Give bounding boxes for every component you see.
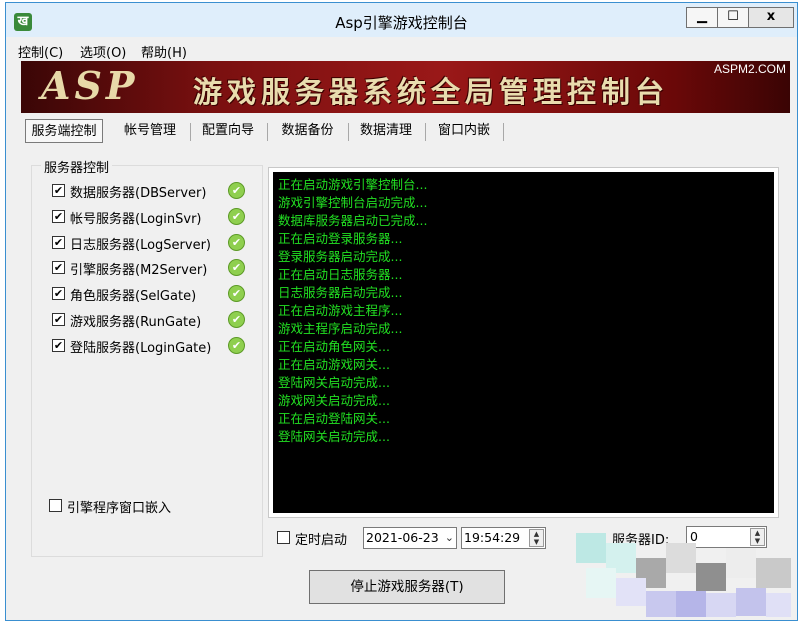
engine-embed-checkbox[interactable]	[49, 499, 62, 512]
close-button[interactable]: x	[748, 7, 794, 28]
tab-account[interactable]: 帐号管理	[112, 119, 188, 143]
obscured-region	[766, 593, 791, 617]
banner-site: ASPM2.COM	[713, 62, 786, 76]
status-ok-icon: ✔	[228, 259, 245, 276]
logingate-checkbox[interactable]: ✔	[52, 339, 65, 352]
status-ok-icon: ✔	[228, 234, 245, 251]
obscured-region	[646, 591, 676, 617]
log-console[interactable]: 正在启动游戏引擎控制台... 游戏引擎控制台启动完成... 数据库服务器启动已完…	[273, 172, 774, 513]
loginsvr-checkbox[interactable]: ✔	[52, 210, 65, 223]
menu-options[interactable]: 选项(O)	[80, 42, 126, 61]
obscured-region	[616, 578, 646, 606]
time-picker[interactable]: 19:54:29 ▲ ▼	[461, 527, 546, 549]
tab-config-wizard[interactable]: 配置向导	[192, 119, 264, 143]
obscured-region	[586, 568, 616, 598]
tab-separator	[267, 123, 268, 141]
status-ok-icon: ✔	[228, 182, 245, 199]
maximize-button[interactable]: ☐	[717, 7, 749, 28]
server-id-input[interactable]: 0 ▲ ▼	[686, 526, 767, 548]
rungate-checkbox[interactable]: ✔	[52, 313, 65, 326]
obscured-region	[676, 591, 706, 617]
log-line: 正在启动游戏引擎控制台...	[278, 177, 428, 192]
date-value: 2021-06-23	[366, 530, 439, 545]
obscured-region	[576, 533, 606, 563]
log-line: 数据库服务器启动已完成...	[278, 213, 428, 228]
app-window: ख Asp引擎游戏控制台 ▁ ☐ x 控制(C) 选项(O) 帮助(H) ASP…	[5, 2, 798, 621]
obscured-region	[726, 548, 756, 578]
tab-separator	[503, 123, 504, 141]
server-id-value: 0	[690, 529, 698, 544]
engine-embed-label: 引擎程序窗口嵌入	[67, 501, 172, 516]
log-line: 游戏引擎控制台启动完成...	[278, 195, 428, 210]
status-ok-icon: ✔	[228, 311, 245, 328]
window-title: Asp引擎游戏控制台	[335, 14, 468, 32]
obscured-region	[756, 558, 791, 588]
log-line: 登陆网关启动完成...	[278, 429, 390, 444]
dbserver-checkbox[interactable]: ✔	[52, 184, 65, 197]
date-picker[interactable]: 2021-06-23 ⌄	[363, 527, 457, 549]
logserver-checkbox[interactable]: ✔	[52, 236, 65, 249]
time-value: 19:54:29	[464, 530, 521, 545]
timer-label: 定时启动	[295, 533, 348, 548]
logingate-label: 登陆服务器(LoginGate)	[70, 341, 212, 356]
logserver-label: 日志服务器(LogServer)	[70, 238, 211, 253]
log-line: 登录服务器启动完成...	[278, 249, 403, 264]
obscured-region	[706, 593, 736, 617]
tab-separator	[348, 123, 349, 141]
tab-window-embed[interactable]: 窗口内嵌	[428, 119, 500, 143]
selgate-label: 角色服务器(SelGate)	[70, 289, 197, 304]
selgate-checkbox[interactable]: ✔	[52, 287, 65, 300]
tab-separator	[190, 123, 191, 141]
log-line: 正在启动登录服务器...	[278, 231, 403, 246]
obscured-region	[736, 588, 766, 616]
log-line: 游戏网关启动完成...	[278, 393, 390, 408]
stop-game-server-button[interactable]: 停止游戏服务器(T)	[309, 570, 505, 604]
m2server-checkbox[interactable]: ✔	[52, 261, 65, 274]
log-line: 日志服务器启动完成...	[278, 285, 403, 300]
log-line: 游戏主程序启动完成...	[278, 321, 403, 336]
log-line: 正在启动登陆网关...	[278, 411, 390, 426]
log-line: 正在启动日志服务器...	[278, 267, 403, 282]
m2server-label: 引擎服务器(M2Server)	[70, 263, 208, 278]
status-ok-icon: ✔	[228, 285, 245, 302]
obscured-region	[666, 543, 696, 573]
menu-help[interactable]: 帮助(H)	[141, 42, 187, 61]
tab-separator	[425, 123, 426, 141]
banner: ASP 游戏服务器系统全局管理控制台 ASPM2.COM	[21, 61, 790, 113]
obscured-region	[696, 563, 726, 591]
minimize-button[interactable]: ▁	[686, 7, 718, 28]
tab-server-control[interactable]: 服务端控制	[25, 119, 103, 143]
banner-logo: ASP	[41, 63, 139, 108]
spin-updown-icon[interactable]: ▲ ▼	[529, 529, 544, 547]
loginsvr-label: 帐号服务器(LoginSvr)	[70, 212, 202, 227]
spin-updown-icon[interactable]: ▲ ▼	[750, 528, 765, 546]
rungate-label: 游戏服务器(RunGate)	[70, 315, 202, 330]
title-bar[interactable]: ख Asp引擎游戏控制台 ▁ ☐ x	[6, 3, 797, 37]
status-ok-icon: ✔	[228, 337, 245, 354]
dbserver-label: 数据服务器(DBServer)	[70, 186, 207, 201]
banner-title: 游戏服务器系统全局管理控制台	[193, 75, 670, 109]
chevron-down-icon[interactable]: ⌄	[445, 528, 454, 548]
status-ok-icon: ✔	[228, 208, 245, 225]
log-line: 正在启动游戏主程序...	[278, 303, 403, 318]
timer-checkbox[interactable]	[277, 531, 290, 544]
log-line: 正在启动游戏网关...	[278, 357, 390, 372]
log-line: 登陆网关启动完成...	[278, 375, 390, 390]
server-control-title: 服务器控制	[41, 157, 113, 176]
menu-control[interactable]: 控制(C)	[18, 42, 63, 61]
menu-bar: 控制(C) 选项(O) 帮助(H)	[6, 40, 797, 61]
tab-data-clean[interactable]: 数据清理	[350, 119, 422, 143]
log-line: 正在启动角色网关...	[278, 339, 390, 354]
tab-data-backup[interactable]: 数据备份	[270, 119, 345, 143]
